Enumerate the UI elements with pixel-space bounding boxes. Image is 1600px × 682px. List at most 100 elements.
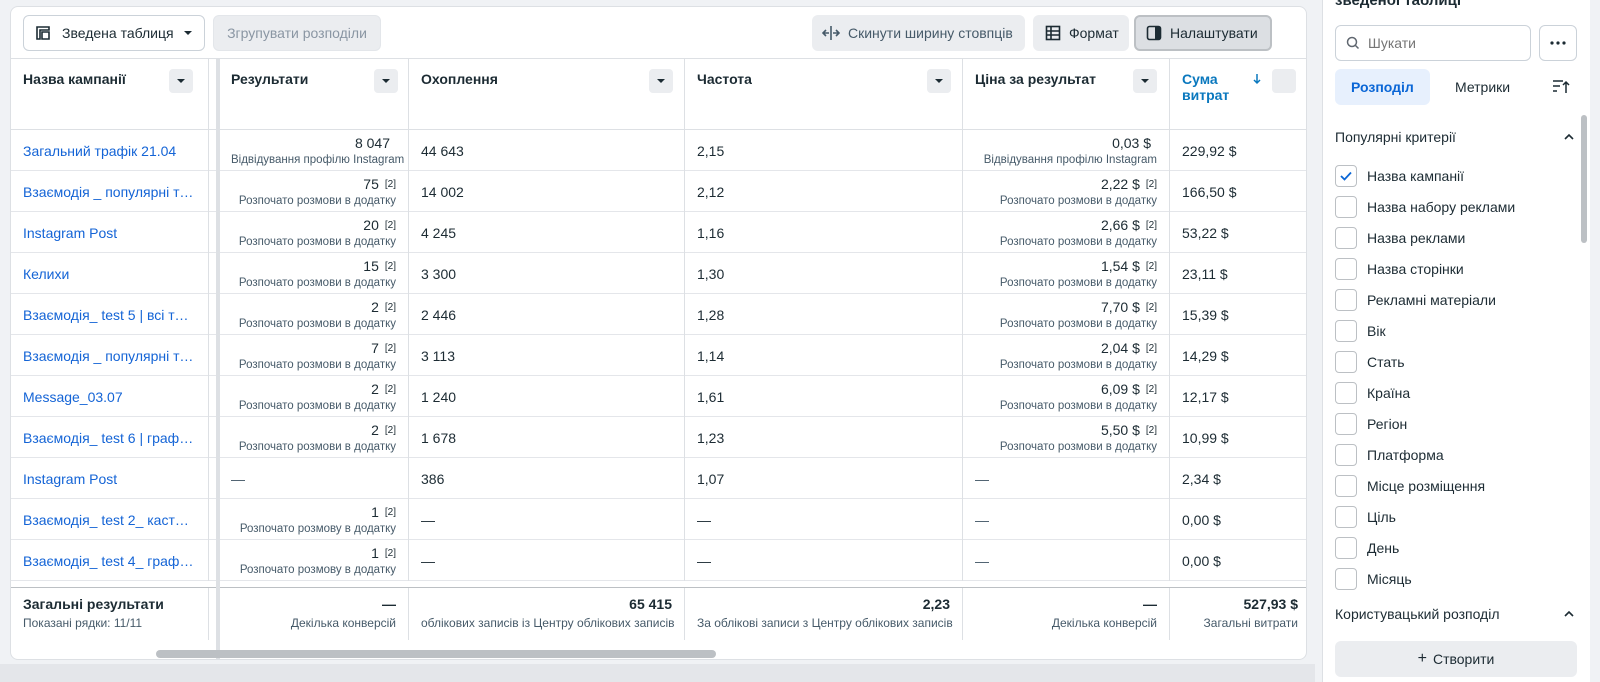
criteria-item[interactable]: Назва набору реклами: [1335, 195, 1515, 219]
campaign-name: Взаємодія_ test 5 | всі товари: [23, 306, 196, 323]
results-cell: 1 [2] Розпочато розмову в додатку: [219, 540, 409, 581]
campaign-name-link[interactable]: Взаємодія_ test 2_ каструлі: [11, 499, 209, 540]
criteria-item[interactable]: Платформа: [1335, 443, 1444, 467]
attribution-badge[interactable]: [2]: [385, 343, 396, 354]
campaign-name-link[interactable]: Келихи: [11, 253, 209, 294]
column-menu-button[interactable]: [1133, 69, 1157, 93]
reach-value: 4 245: [421, 224, 457, 241]
attribution-badge[interactable]: [2]: [385, 261, 396, 272]
campaign-name-link[interactable]: Взаємодія _ популярні товари: [11, 335, 209, 376]
campaign-name-link[interactable]: Message_03.07: [11, 376, 209, 417]
checkbox[interactable]: [1335, 289, 1357, 311]
checkbox[interactable]: [1335, 382, 1357, 404]
column-header-frequency[interactable]: Частота: [685, 59, 963, 130]
checkbox[interactable]: [1335, 351, 1357, 373]
criteria-item[interactable]: Ціль: [1335, 505, 1396, 529]
pivot-table-label: Зведена таблиця: [62, 25, 174, 41]
column-header-label: Результати: [231, 71, 309, 87]
campaign-name-link[interactable]: Взаємодія _ популярні товари: [11, 171, 209, 212]
campaign-name-link[interactable]: Загальний трафік 21.04: [11, 130, 209, 171]
column-header-campaign-name[interactable]: Назва кампанії: [11, 59, 209, 130]
checkbox[interactable]: [1335, 506, 1357, 528]
criteria-item[interactable]: Стать: [1335, 350, 1405, 374]
column-header-amount-spent[interactable]: Сума витрат: [1170, 59, 1306, 130]
checkbox[interactable]: [1335, 568, 1357, 590]
criteria-item[interactable]: Місяць: [1335, 567, 1412, 591]
criteria-item[interactable]: Назва реклами: [1335, 226, 1465, 250]
popular-criteria-header[interactable]: Популярні критерії: [1335, 129, 1575, 149]
campaign-name-link[interactable]: Instagram Post: [11, 212, 209, 253]
results-type: Розпочато розмови в додатку: [238, 195, 396, 207]
column-menu-button[interactable]: [374, 69, 398, 93]
checkbox[interactable]: [1335, 258, 1357, 280]
attribution-badge[interactable]: [2]: [1146, 220, 1157, 231]
column-header-label: Охоплення: [421, 71, 498, 87]
format-button[interactable]: Формат: [1033, 15, 1129, 51]
more-options-button[interactable]: [1539, 25, 1577, 61]
column-menu-button[interactable]: [1272, 69, 1296, 93]
horizontal-scrollbar[interactable]: [156, 650, 716, 658]
criteria-item[interactable]: Вік: [1335, 319, 1386, 343]
attribution-badge[interactable]: [2]: [1146, 302, 1157, 313]
criteria-item[interactable]: Місце розміщення: [1335, 474, 1485, 498]
results-value: 75: [363, 176, 379, 192]
search-input[interactable]: [1366, 34, 1516, 52]
attribution-badge[interactable]: [2]: [1146, 425, 1157, 436]
checkbox[interactable]: [1335, 227, 1357, 249]
attribution-badge[interactable]: [2]: [385, 384, 396, 395]
attribution-badge[interactable]: [2]: [385, 507, 396, 518]
checkbox[interactable]: [1335, 444, 1357, 466]
criteria-item[interactable]: Країна: [1335, 381, 1410, 405]
caret-down-icon: [177, 79, 185, 83]
frozen-column-divider[interactable]: [216, 59, 220, 659]
criteria-item[interactable]: День: [1335, 536, 1399, 560]
criteria-item[interactable]: Регіон: [1335, 412, 1407, 436]
tab-metrics[interactable]: Метрики: [1439, 69, 1526, 105]
column-menu-button[interactable]: [649, 69, 673, 93]
attribution-badge[interactable]: [2]: [1146, 343, 1157, 354]
attribution-badge[interactable]: [2]: [385, 548, 396, 559]
criteria-item[interactable]: Назва кампанії: [1335, 164, 1464, 188]
attribution-badge[interactable]: [2]: [385, 220, 396, 231]
pivot-table-dropdown[interactable]: Зведена таблиця: [23, 15, 205, 51]
checkbox[interactable]: [1335, 537, 1357, 559]
column-header-results[interactable]: Результати: [219, 59, 409, 130]
campaign-name-link[interactable]: Взаємодія_ test 4_ графіни: [11, 540, 209, 581]
column-menu-button[interactable]: [927, 69, 951, 93]
totals-value: 65 415: [629, 596, 672, 612]
tab-breakdown[interactable]: Розподіл: [1335, 69, 1430, 105]
column-header-cost-per-result[interactable]: Ціна за результат: [963, 59, 1170, 130]
campaign-name-link[interactable]: Взаємодія_ test 6 | графіни: [11, 417, 209, 458]
panel-scrollbar[interactable]: [1581, 115, 1587, 243]
reset-column-width-button[interactable]: Скинути ширину стовпців: [812, 15, 1025, 51]
attribution-badge[interactable]: [2]: [385, 425, 396, 436]
attribution-badge[interactable]: [2]: [1146, 261, 1157, 272]
column-header-reach[interactable]: Охоплення: [409, 59, 685, 130]
cost-type: Розпочато розмови в додатку: [999, 236, 1157, 248]
attribution-badge[interactable]: [2]: [1146, 179, 1157, 190]
customize-button[interactable]: Налаштувати: [1134, 15, 1272, 51]
spend-value: 53,22 $: [1182, 224, 1229, 241]
checkbox[interactable]: [1335, 196, 1357, 218]
attribution-badge[interactable]: [2]: [385, 302, 396, 313]
reorder-button[interactable]: [1547, 74, 1575, 100]
campaign-name-link[interactable]: Взаємодія_ test 5 | всі товари: [11, 294, 209, 335]
checkbox[interactable]: [1335, 475, 1357, 497]
results-type: Розпочато розмови в додатку: [238, 400, 396, 412]
column-menu-button[interactable]: [169, 69, 193, 93]
campaign-name-link[interactable]: Instagram Post: [11, 458, 209, 499]
criteria-item[interactable]: Рекламні матеріали: [1335, 288, 1496, 312]
campaign-name: Instagram Post: [23, 470, 118, 487]
attribution-badge[interactable]: [2]: [1146, 384, 1157, 395]
search-field[interactable]: [1335, 25, 1531, 61]
create-button[interactable]: + Створити: [1335, 641, 1577, 677]
checkbox[interactable]: [1335, 165, 1357, 187]
spend-value: 12,17 $: [1182, 388, 1229, 405]
custom-breakdown-header[interactable]: Користувацький розподіл: [1335, 606, 1575, 626]
reach-value: —: [421, 552, 435, 569]
checkbox[interactable]: [1335, 413, 1357, 435]
criteria-item[interactable]: Назва сторінки: [1335, 257, 1464, 281]
attribution-badge[interactable]: [2]: [385, 179, 396, 190]
checkbox[interactable]: [1335, 320, 1357, 342]
group-breakdowns-button[interactable]: Згрупувати розподіли: [213, 15, 381, 51]
